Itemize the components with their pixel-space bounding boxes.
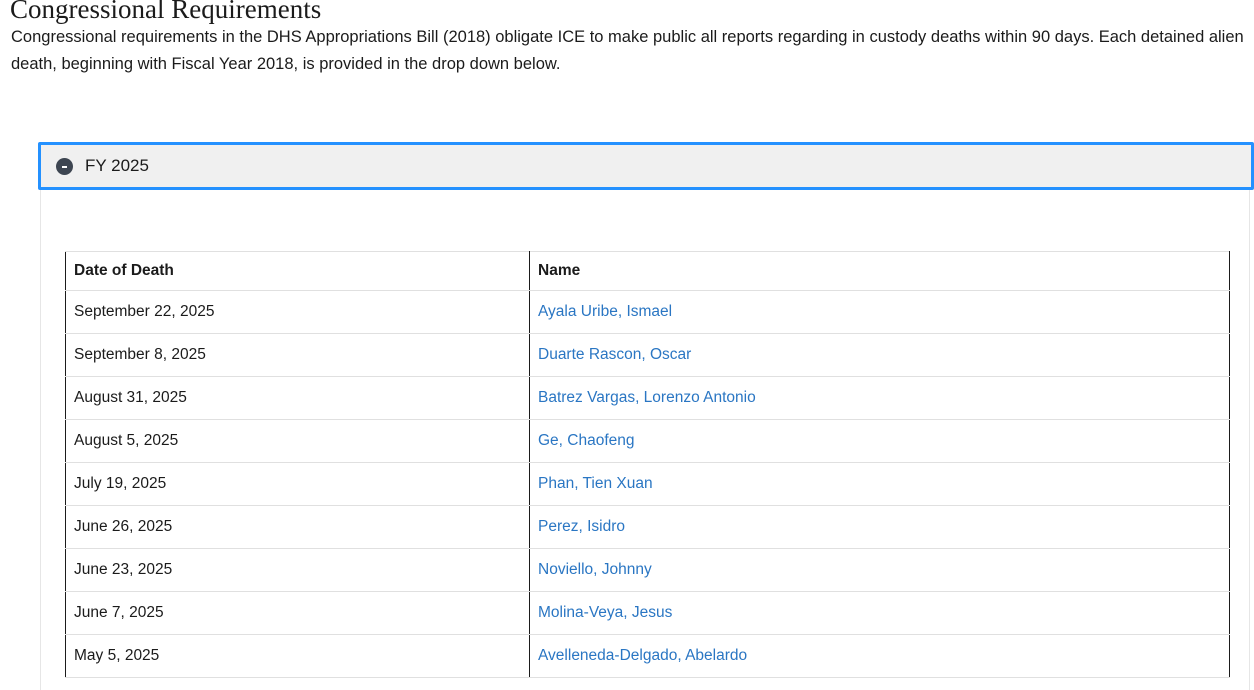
name-link[interactable]: Phan, Tien Xuan: [538, 475, 653, 492]
name-cell: Avelleneda-Delgado, Abelardo: [529, 634, 1230, 678]
date-cell: August 5, 2025: [65, 419, 530, 463]
minus-circle-icon: [56, 158, 73, 175]
name-link[interactable]: Ge, Chaofeng: [538, 432, 635, 449]
table-row: June 7, 2025 Molina-Veya, Jesus: [65, 591, 1230, 635]
accordion-toggle-fy2025[interactable]: FY 2025: [38, 142, 1254, 190]
table-row: June 23, 2025 Noviello, Johnny: [65, 548, 1230, 592]
table-row: August 5, 2025 Ge, Chaofeng: [65, 419, 1230, 463]
name-link[interactable]: Duarte Rascon, Oscar: [538, 346, 691, 363]
date-cell: June 23, 2025: [65, 548, 530, 592]
date-cell: September 22, 2025: [65, 290, 530, 334]
intro-paragraph: Congressional requirements in the DHS Ap…: [11, 28, 1244, 73]
name-cell: Duarte Rascon, Oscar: [529, 333, 1230, 377]
page: Congressional Requirements Congressional…: [0, 0, 1254, 690]
name-cell: Molina-Veya, Jesus: [529, 591, 1230, 635]
name-link[interactable]: Molina-Veya, Jesus: [538, 604, 672, 621]
name-link[interactable]: Noviello, Johnny: [538, 561, 652, 578]
name-link[interactable]: Batrez Vargas, Lorenzo Antonio: [538, 389, 756, 406]
table-row: August 31, 2025 Batrez Vargas, Lorenzo A…: [65, 376, 1230, 420]
table-row: September 8, 2025 Duarte Rascon, Oscar: [65, 333, 1230, 377]
table-row: June 26, 2025 Perez, Isidro: [65, 505, 1230, 549]
date-cell: July 19, 2025: [65, 462, 530, 506]
table-row: September 22, 2025 Ayala Uribe, Ismael: [65, 290, 1230, 334]
date-cell: June 7, 2025: [65, 591, 530, 635]
date-cell: September 8, 2025: [65, 333, 530, 377]
header-name: Name: [529, 251, 1230, 291]
name-cell: Phan, Tien Xuan: [529, 462, 1230, 506]
accordion-label: FY 2025: [85, 156, 149, 175]
date-cell: June 26, 2025: [65, 505, 530, 549]
page-title: Congressional Requirements: [10, 0, 322, 24]
accordion-content: Date of Death Name September 22, 2025 Ay…: [40, 190, 1250, 690]
name-link[interactable]: Avelleneda-Delgado, Abelardo: [538, 647, 747, 664]
name-cell: Batrez Vargas, Lorenzo Antonio: [529, 376, 1230, 420]
name-cell: Ayala Uribe, Ismael: [529, 290, 1230, 334]
name-link[interactable]: Perez, Isidro: [538, 518, 625, 535]
name-link[interactable]: Ayala Uribe, Ismael: [538, 303, 672, 320]
header-date-of-death: Date of Death: [65, 251, 530, 291]
date-cell: August 31, 2025: [65, 376, 530, 420]
name-cell: Perez, Isidro: [529, 505, 1230, 549]
table-header-row: Date of Death Name: [65, 251, 1230, 291]
table-row: July 19, 2025 Phan, Tien Xuan: [65, 462, 1230, 506]
name-cell: Ge, Chaofeng: [529, 419, 1230, 463]
name-cell: Noviello, Johnny: [529, 548, 1230, 592]
table-row: May 5, 2025 Avelleneda-Delgado, Abelardo: [65, 634, 1230, 678]
date-cell: May 5, 2025: [65, 634, 530, 678]
deaths-table: Date of Death Name September 22, 2025 Ay…: [65, 251, 1230, 678]
fy-accordion: FY 2025 Date of Death Name September 22,…: [38, 142, 1254, 690]
